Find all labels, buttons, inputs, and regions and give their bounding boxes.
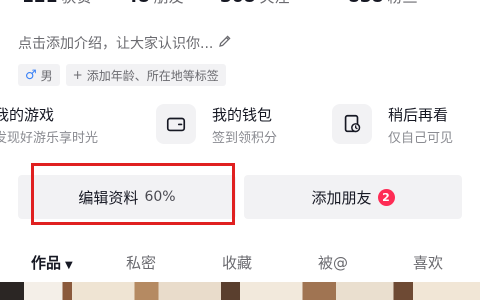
stat-label: 朋友 xyxy=(154,0,184,6)
bio-prompt[interactable]: 点击添加介绍，让大家认识你... xyxy=(18,33,233,53)
watch-later-icon xyxy=(332,104,372,144)
stat-label: 粉丝 xyxy=(388,0,418,6)
shortcut-title: 我的钱包 xyxy=(212,106,273,124)
tab-label: 喜欢 xyxy=(413,254,444,272)
male-icon: ♂ xyxy=(25,67,37,83)
stat-label: 获赞 xyxy=(62,0,92,6)
gender-label: 男 xyxy=(40,68,53,83)
wallet-icon xyxy=(156,104,196,144)
caret-down-icon: ▼ xyxy=(65,260,73,271)
plus-icon: + xyxy=(72,68,83,82)
highlight-box xyxy=(31,163,235,225)
tab-private[interactable]: 私密 xyxy=(126,252,156,273)
tab-mentions[interactable]: 被@ xyxy=(318,252,348,273)
stat-likes[interactable]: 121 获赞 xyxy=(22,0,92,7)
add-friend-button[interactable]: 添加朋友 2 xyxy=(244,175,462,219)
tab-label: 私密 xyxy=(126,254,157,272)
add-friend-label: 添加朋友 xyxy=(311,188,372,207)
shortcut-subtitle: 仅自己可见 xyxy=(388,131,454,146)
stat-friends[interactable]: 48 朋友 xyxy=(126,0,184,7)
stat-number: 308 xyxy=(220,0,256,7)
shortcut-subtitle: 签到领积分 xyxy=(212,131,278,146)
shortcut-my-wallet[interactable]: 我的钱包 签到领积分 xyxy=(156,98,316,162)
gender-tag[interactable]: ♂ 男 xyxy=(18,64,60,86)
shortcut-title: 稍后再看 xyxy=(388,106,449,124)
shortcut-my-games[interactable]: 我的游戏 发现好游乐享时光 xyxy=(0,98,150,162)
tab-label: 被@ xyxy=(318,254,349,272)
tab-label: 收藏 xyxy=(222,254,253,272)
notification-badge: 2 xyxy=(377,188,395,206)
stat-number: 838 xyxy=(348,0,384,7)
profile-tags: ♂ 男 + 添加年龄、所在地等标签 xyxy=(18,64,226,86)
bio-text: 点击添加介绍，让大家认识你... xyxy=(18,36,214,52)
add-tags-label: 添加年龄、所在地等标签 xyxy=(86,68,219,83)
profile-stats: 121 获赞 48 朋友 308 关注 838 粉丝 xyxy=(0,0,480,10)
video-thumbnails-strip[interactable] xyxy=(0,282,480,300)
tab-favorites[interactable]: 收藏 xyxy=(222,252,252,273)
add-tags-button[interactable]: + 添加年龄、所在地等标签 xyxy=(65,64,226,86)
tab-likes[interactable]: 喜欢 xyxy=(413,252,443,273)
stat-following[interactable]: 308 关注 xyxy=(220,0,290,7)
stat-number: 121 xyxy=(22,0,58,7)
shortcut-subtitle: 发现好游乐享时光 xyxy=(0,131,99,146)
shortcut-title: 我的游戏 xyxy=(0,106,55,124)
tab-label: 作品 xyxy=(31,254,62,272)
stat-number: 48 xyxy=(126,0,150,7)
tab-works[interactable]: 作品 ▼ xyxy=(31,252,73,273)
edit-pencil-icon xyxy=(217,33,233,53)
shortcut-watch-later[interactable]: 稍后再看 仅自己可见 xyxy=(332,98,480,162)
stat-followers[interactable]: 838 粉丝 xyxy=(348,0,418,7)
stat-label: 关注 xyxy=(260,0,290,6)
